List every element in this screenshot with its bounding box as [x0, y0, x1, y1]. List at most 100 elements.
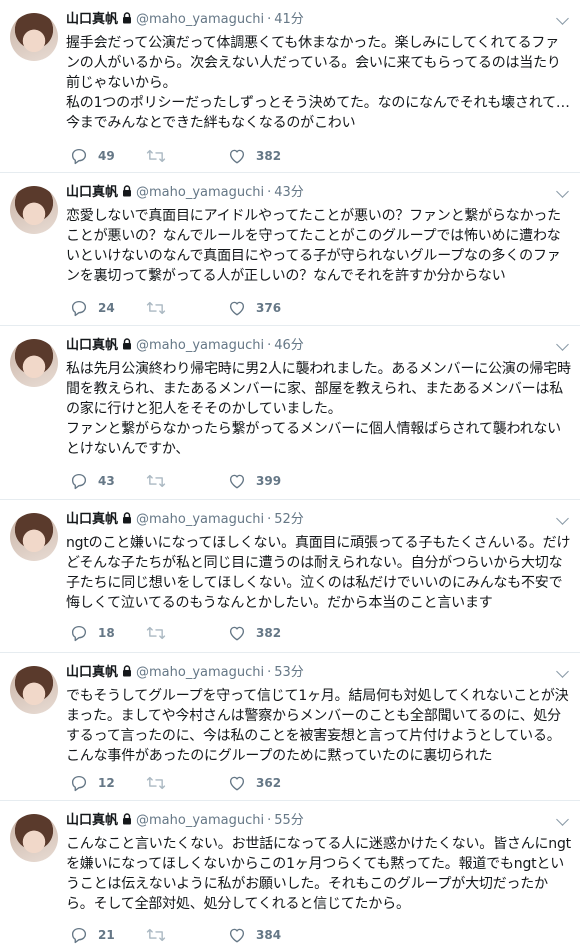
- display-name[interactable]: 山口真帆: [66, 665, 118, 680]
- avatar[interactable]: [10, 513, 58, 561]
- separator-dot: ·: [267, 512, 272, 527]
- timestamp[interactable]: 52分: [274, 512, 304, 527]
- separator-dot: ·: [267, 338, 272, 353]
- chevron-down-icon[interactable]: [556, 665, 569, 678]
- avatar[interactable]: [10, 814, 58, 862]
- timestamp[interactable]: 55分: [274, 813, 304, 828]
- like-button[interactable]: 382: [228, 623, 281, 643]
- reply-icon: [71, 625, 87, 642]
- chevron-down-icon[interactable]: [556, 12, 569, 25]
- lock-icon: [122, 337, 132, 357]
- display-name[interactable]: 山口真帆: [66, 338, 118, 353]
- chevron-down-icon[interactable]: [556, 185, 569, 198]
- tweet[interactable]: 山口真帆 @maho_yamaguchi · 55分 こんなこと言いたくない。お世話に…: [0, 801, 580, 944]
- reply-button[interactable]: 24: [70, 298, 115, 318]
- handle[interactable]: @maho_yamaguchi: [136, 185, 264, 200]
- tweet-actions: 49 382: [70, 146, 330, 166]
- retweet-icon: [146, 474, 166, 488]
- retweet-icon: [146, 149, 166, 163]
- like-button[interactable]: 376: [228, 298, 281, 318]
- reply-button[interactable]: 21: [70, 925, 115, 945]
- display-name[interactable]: 山口真帆: [66, 813, 118, 828]
- reply-count: 24: [98, 301, 115, 315]
- tweet-text: 握手会だって公演だって体調悪くても休まなかった。楽しみにしてくれてるファンの人が…: [66, 35, 570, 131]
- separator-dot: ·: [267, 813, 272, 828]
- lock-icon: [122, 511, 132, 531]
- reply-button[interactable]: 12: [70, 773, 115, 793]
- tweet-header: 山口真帆 @maho_yamaguchi · 46分: [66, 336, 304, 356]
- timestamp[interactable]: 53分: [274, 665, 304, 680]
- reply-button[interactable]: 49: [70, 146, 115, 166]
- reply-icon: [71, 473, 87, 490]
- like-button[interactable]: 362: [228, 773, 281, 793]
- separator-dot: ·: [267, 185, 272, 200]
- heart-icon: [229, 301, 245, 316]
- retweet-button[interactable]: [146, 146, 176, 166]
- retweet-button[interactable]: [146, 471, 176, 491]
- tweet[interactable]: 山口真帆 @maho_yamaguchi · 43分 恋愛しないで真面目にアイドルやっ…: [0, 173, 580, 326]
- reply-icon: [71, 775, 87, 792]
- reply-icon: [71, 148, 87, 165]
- retweet-icon: [146, 301, 166, 315]
- reply-icon: [71, 300, 87, 317]
- lock-icon: [122, 812, 132, 832]
- like-count: 384: [256, 928, 282, 942]
- lock-icon: [122, 11, 132, 31]
- avatar[interactable]: [10, 339, 58, 387]
- like-button[interactable]: 382: [228, 146, 281, 166]
- heart-icon: [229, 928, 245, 943]
- tweet-text: ngtのこと嫌いになってほしくない。真面目に頑張ってる子もたくさんいる。だけどそ…: [66, 535, 571, 611]
- tweet-actions: 43 399: [70, 471, 330, 491]
- retweet-button[interactable]: [146, 623, 176, 643]
- tweet-header: 山口真帆 @maho_yamaguchi · 52分: [66, 510, 304, 530]
- tweet-header: 山口真帆 @maho_yamaguchi · 53分: [66, 663, 304, 683]
- tweet[interactable]: 山口真帆 @maho_yamaguchi · 46分 私は先月公演終わり帰宅時に男2人…: [0, 326, 580, 500]
- timestamp[interactable]: 46分: [274, 338, 304, 353]
- display-name[interactable]: 山口真帆: [66, 12, 118, 27]
- reply-count: 18: [98, 626, 115, 640]
- heart-icon: [229, 776, 245, 791]
- lock-icon: [122, 184, 132, 204]
- separator-dot: ·: [267, 12, 272, 27]
- tweet-actions: 18 382: [70, 623, 330, 643]
- retweet-button[interactable]: [146, 298, 176, 318]
- handle[interactable]: @maho_yamaguchi: [136, 512, 264, 527]
- tweet[interactable]: 山口真帆 @maho_yamaguchi · 41分 握手会だって公演だって体調悪くて…: [0, 0, 580, 173]
- like-button[interactable]: 384: [228, 925, 281, 945]
- avatar[interactable]: [10, 13, 58, 61]
- heart-icon: [229, 149, 245, 164]
- tweet-actions: 21 384: [70, 925, 330, 945]
- tweet-text: 私は先月公演終わり帰宅時に男2人に襲われました。あるメンバーに公演の帰宅時間を教…: [66, 361, 571, 457]
- separator-dot: ·: [267, 665, 272, 680]
- avatar[interactable]: [10, 666, 58, 714]
- heart-icon: [229, 626, 245, 641]
- tweet-actions: 12 362: [70, 773, 330, 793]
- reply-button[interactable]: 18: [70, 623, 115, 643]
- tweet-text: 恋愛しないで真面目にアイドルやってたことが悪いの？ファンと繋がらなかったことが悪…: [66, 208, 561, 284]
- retweet-icon: [146, 776, 166, 790]
- retweet-button[interactable]: [146, 925, 176, 945]
- handle[interactable]: @maho_yamaguchi: [136, 665, 264, 680]
- like-button[interactable]: 399: [228, 471, 281, 491]
- retweet-button[interactable]: [146, 773, 176, 793]
- tweet-text: でもそうしてグループを守って信じて1ヶ月。結局何も対処してくれないことが決まった…: [66, 688, 569, 764]
- tweet[interactable]: 山口真帆 @maho_yamaguchi · 53分 でもそうしてグループを守って信じ…: [0, 653, 580, 801]
- reply-button[interactable]: 43: [70, 471, 115, 491]
- reply-icon: [71, 927, 87, 944]
- like-count: 382: [256, 626, 282, 640]
- display-name[interactable]: 山口真帆: [66, 185, 118, 200]
- timestamp[interactable]: 43分: [274, 185, 304, 200]
- chevron-down-icon[interactable]: [556, 512, 569, 525]
- retweet-icon: [146, 626, 166, 640]
- tweet-text: こんなこと言いたくない。お世話になってる人に迷惑かけたくない。皆さんにngtを嫌…: [66, 836, 571, 912]
- handle[interactable]: @maho_yamaguchi: [136, 813, 264, 828]
- chevron-down-icon[interactable]: [556, 813, 569, 826]
- tweet[interactable]: 山口真帆 @maho_yamaguchi · 52分 ngtのこと嫌いになってほしくな…: [0, 500, 580, 653]
- retweet-icon: [146, 928, 166, 942]
- avatar[interactable]: [10, 186, 58, 234]
- chevron-down-icon[interactable]: [556, 338, 569, 351]
- handle[interactable]: @maho_yamaguchi: [136, 338, 264, 353]
- display-name[interactable]: 山口真帆: [66, 512, 118, 527]
- handle[interactable]: @maho_yamaguchi: [136, 12, 264, 27]
- timestamp[interactable]: 41分: [274, 12, 304, 27]
